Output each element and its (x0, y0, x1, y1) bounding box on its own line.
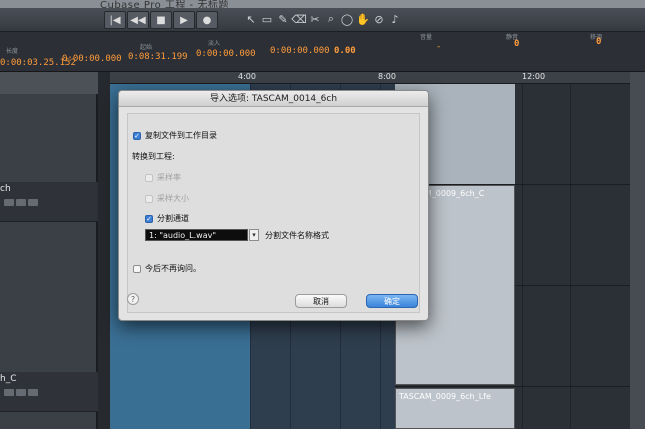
sample-size-label: 采样大小 (157, 194, 189, 203)
sample-size-option: 采样大小 (145, 193, 189, 204)
track-name: h_C (0, 374, 17, 384)
object-selection-tool-icon[interactable]: ↖ (244, 11, 258, 27)
copy-to-project-checkbox[interactable]: ✓ (133, 131, 141, 140)
dialog-body: ✓ 复制文件到工作目录 转换到工程: 采样率 采样大小 ✓ 分割通道 1: "a… (127, 113, 420, 313)
info-line: 长度 0:00:03.25.152 0:00:00.000 起始 0:08:31… (0, 32, 645, 72)
track-name: ch (0, 184, 11, 194)
volume-value[interactable]: - (436, 42, 441, 52)
ok-button[interactable]: 确定 (366, 294, 418, 308)
draw-tool-icon[interactable]: ✎ (276, 11, 290, 27)
value-field-2[interactable]: 0:00:00.000 (62, 54, 122, 64)
mute-tool-icon[interactable]: ⊘ (372, 11, 386, 27)
cancel-button[interactable]: 取消 (295, 294, 347, 308)
start-value[interactable]: 0:08:31.199 (128, 52, 188, 62)
dont-ask-again-checkbox[interactable] (133, 264, 141, 273)
track-list-scroll[interactable] (98, 72, 110, 429)
erase-tool-icon[interactable]: ⌫ (291, 11, 307, 27)
zoom-tool-icon[interactable]: ⌕ (324, 11, 338, 27)
split-channels-label: 分割通道 (157, 214, 189, 223)
stop-icon[interactable]: ■ (150, 11, 172, 29)
track-header[interactable]: h_C (0, 372, 98, 412)
rewind-icon[interactable]: ◀◀ (127, 11, 149, 29)
length-label: 长度 (6, 48, 19, 55)
play-icon[interactable]: ▶ (173, 11, 195, 29)
name-format-label: 分割文件名称格式 (265, 231, 329, 240)
go-to-start-icon[interactable]: |◀ (104, 11, 126, 29)
convert-to-project-label: 转换到工程: (132, 152, 175, 161)
help-icon[interactable]: ? (127, 293, 139, 305)
copy-to-project-label: 复制文件到工作目录 (145, 131, 217, 140)
range-tool-icon[interactable]: ▭ (260, 11, 274, 27)
ruler-mark: 12:00 (522, 72, 546, 81)
record-icon[interactable]: ● (196, 11, 218, 29)
split-channels-checkbox[interactable]: ✓ (145, 214, 153, 223)
grid-line (522, 84, 523, 429)
fade-in-value[interactable]: 0:00:00.000 (196, 49, 256, 59)
dont-ask-again-label: 今后不再询问。 (145, 264, 201, 273)
audio-event[interactable]: TASCAM_0009_6ch_Lfe (395, 388, 515, 429)
split-tool-icon[interactable]: ✂ (308, 11, 322, 27)
value-field-5[interactable]: 0:00:00.000 (270, 46, 330, 56)
sample-rate-label: 采样率 (157, 173, 181, 182)
toolbar: |◀ ◀◀ ■ ▶ ● ↖ ▭ ✎ ⌫ ✂ ⌕ ◯ ✋ ⊘ ♪ (0, 8, 645, 32)
inspector-panel: ch h_C (0, 72, 98, 429)
chevron-down-icon[interactable]: ▾ (249, 229, 259, 241)
sample-rate-option: 采样率 (145, 172, 181, 183)
volume-label: 音量 (420, 34, 433, 41)
play-tool-icon[interactable]: ♪ (388, 11, 402, 27)
split-channels-option[interactable]: ✓ 分割通道 (145, 213, 189, 224)
name-format-dropdown[interactable]: 1: "audio_L.wav" (145, 229, 248, 241)
event-name: TASCAM_0009_6ch_Lfe (399, 392, 491, 401)
ruler-mark: 4:00 (238, 72, 256, 81)
mute-icon[interactable] (4, 389, 14, 396)
solo-icon[interactable] (16, 389, 26, 396)
ruler-mark: 8:00 (378, 72, 396, 81)
track-header[interactable]: ch (0, 182, 98, 222)
transpose-value[interactable]: 0 (596, 37, 601, 47)
fade-in-label: 淡入 (208, 40, 221, 47)
value-field-6[interactable]: 0.00 (334, 46, 356, 56)
import-options-dialog: 导入选项: TASCAM_0014_6ch ✓ 复制文件到工作目录 转换到工程:… (118, 90, 429, 321)
timeline-ruler[interactable]: 4:00 8:00 12:00 (110, 72, 630, 84)
vertical-scrollbar[interactable] (630, 72, 645, 429)
inspector-header (0, 72, 98, 94)
glue-tool-icon[interactable]: ◯ (340, 11, 354, 27)
solo-icon[interactable] (16, 199, 26, 206)
start-label: 起始 (140, 44, 153, 51)
dont-ask-again-option[interactable]: 今后不再询问。 (133, 263, 201, 274)
dialog-title: 导入选项: TASCAM_0014_6ch (119, 91, 428, 107)
mute-value[interactable]: 0 (514, 39, 519, 49)
sample-rate-checkbox (145, 173, 153, 182)
hand-tool-icon[interactable]: ✋ (356, 11, 370, 27)
grid-line (570, 84, 571, 429)
mute-icon[interactable] (4, 199, 14, 206)
window-titlebar: Cubase Pro 工程 - 无标题 (0, 0, 645, 11)
sample-size-checkbox (145, 194, 153, 203)
record-enable-icon[interactable] (28, 199, 38, 206)
record-enable-icon[interactable] (28, 389, 38, 396)
copy-to-project-option[interactable]: ✓ 复制文件到工作目录 (133, 130, 217, 141)
